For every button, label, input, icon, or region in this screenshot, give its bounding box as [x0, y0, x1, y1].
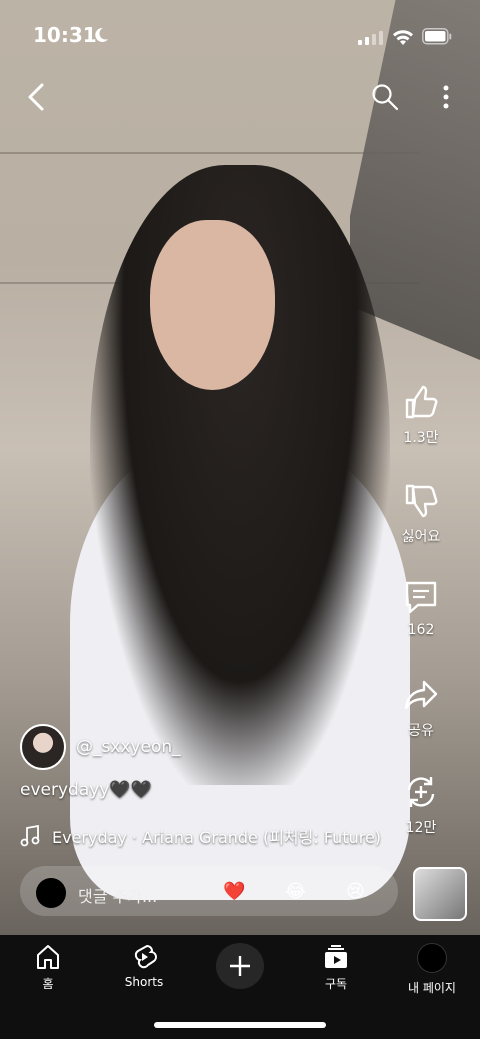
- comment-placeholder[interactable]: 댓글 추가...: [78, 883, 157, 907]
- comment-count: 162: [407, 622, 435, 638]
- plus-icon: [230, 956, 250, 976]
- nav-subscriptions-label: 구독: [324, 977, 348, 991]
- channel-row[interactable]: @_sxxyeon_: [20, 724, 181, 770]
- share-arrow-icon: [404, 680, 438, 710]
- thumbs-up-icon: [405, 385, 438, 419]
- nav-home[interactable]: 홈: [8, 943, 88, 992]
- nav-home-label: 홈: [42, 977, 54, 991]
- sound-thumbnail[interactable]: [413, 867, 467, 921]
- like-count: 1.3만: [403, 430, 439, 446]
- my-avatar: [417, 943, 447, 973]
- nav-shorts-label: Shorts: [124, 975, 164, 989]
- user-avatar: [36, 878, 66, 908]
- more-vertical-icon[interactable]: [434, 82, 458, 112]
- emoji-cry[interactable]: 😢: [346, 881, 365, 902]
- nav-my-page[interactable]: 내 페이지: [392, 943, 472, 996]
- remix-count: 12만: [405, 820, 437, 836]
- music-row[interactable]: Everyday · Ariana Grande (피처링: Future): [20, 824, 381, 848]
- home-indicator[interactable]: [154, 1022, 326, 1028]
- shorts-icon: [134, 944, 157, 969]
- dislike-button[interactable]: 싫어요: [382, 482, 460, 546]
- remix-icon: [407, 777, 435, 807]
- wall-seam: [0, 152, 420, 154]
- comment-input-bar[interactable]: 댓글 추가... ❤️ 😂 😢: [20, 866, 398, 916]
- subscriptions-icon: [325, 945, 347, 968]
- emoji-heart[interactable]: ❤️: [223, 881, 245, 902]
- music-title: Everyday · Ariana Grande (피처링: Future): [52, 828, 382, 847]
- video-subject-face: [150, 220, 275, 390]
- remix-button[interactable]: 12만: [382, 773, 460, 837]
- emoji-laugh[interactable]: 😂: [285, 881, 306, 902]
- thumbs-down-icon: [405, 484, 438, 518]
- nav-subscriptions[interactable]: 구독: [296, 943, 376, 992]
- home-icon: [37, 945, 59, 969]
- create-button[interactable]: [216, 943, 264, 989]
- wifi-icon: [393, 30, 413, 45]
- comments-button[interactable]: 162: [382, 578, 460, 638]
- music-note-icon: [20, 825, 40, 847]
- nav-shorts[interactable]: Shorts: [104, 943, 184, 989]
- moon-icon: [95, 27, 108, 42]
- shorts-screen: 10:31 1.3만 싫어요 162 공유 12만 @_sxxyeon_ eve…: [0, 0, 480, 1039]
- status-bar: 10:31: [0, 0, 480, 70]
- video-caption[interactable]: everydayy🖤🖤: [20, 780, 152, 800]
- share-label: 공유: [408, 723, 434, 739]
- channel-avatar[interactable]: [20, 724, 66, 770]
- status-time: 10:31: [33, 23, 97, 47]
- battery-icon: [422, 28, 452, 45]
- search-icon[interactable]: [370, 82, 400, 112]
- channel-handle[interactable]: @_sxxyeon_: [76, 737, 181, 757]
- nav-my-page-label: 내 페이지: [408, 981, 456, 995]
- back-arrow-icon[interactable]: [22, 80, 52, 114]
- like-button[interactable]: 1.3만: [382, 383, 460, 447]
- cellular-signal-icon: [358, 31, 383, 45]
- share-button[interactable]: 공유: [382, 676, 460, 740]
- dislike-label: 싫어요: [401, 529, 441, 545]
- comment-icon: [405, 581, 437, 614]
